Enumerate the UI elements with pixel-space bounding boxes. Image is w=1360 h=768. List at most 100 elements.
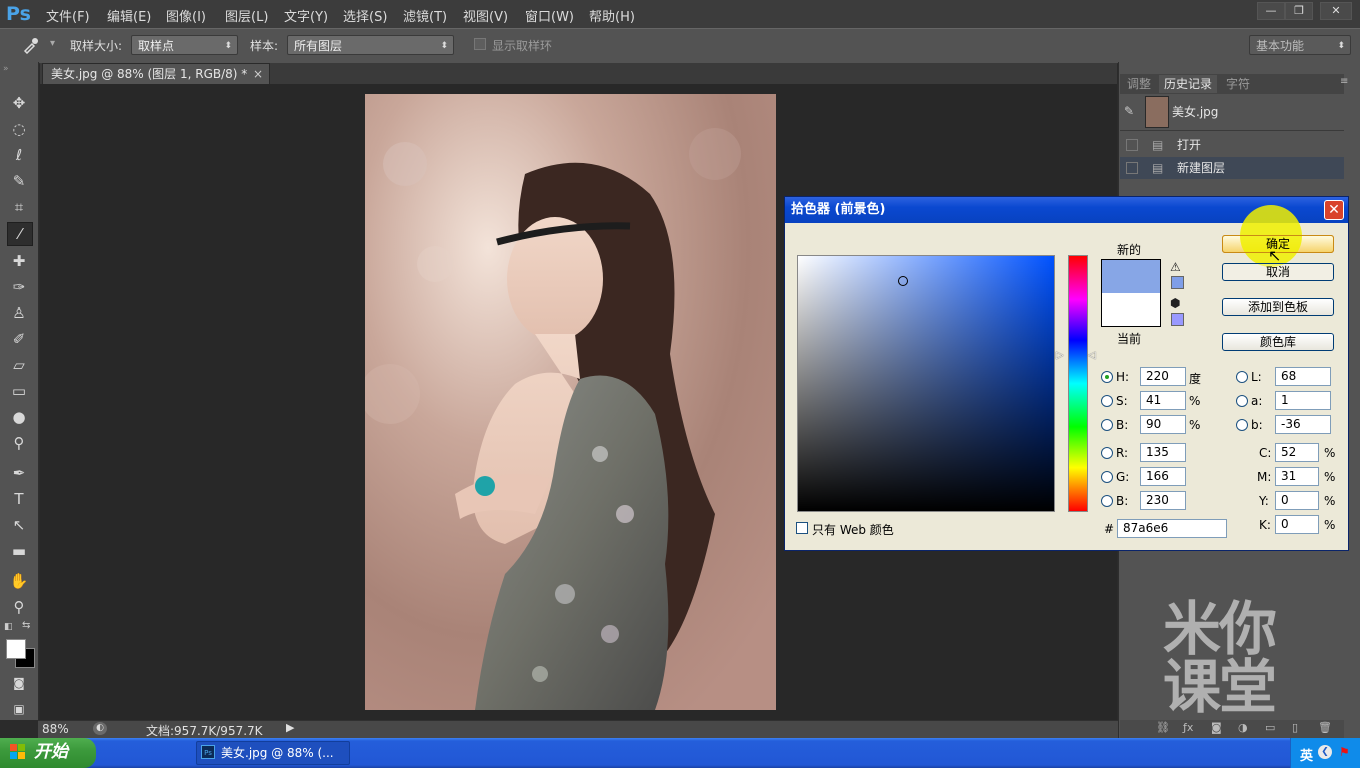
out-of-gamut-warning-icon[interactable]: ⚠	[1170, 260, 1181, 274]
crop-tool-icon[interactable]: ⌗	[7, 196, 31, 218]
path-selection-tool-icon[interactable]: ↖	[7, 514, 31, 536]
r-input[interactable]: 135	[1140, 443, 1186, 462]
collapse-toolbox-icon[interactable]: »	[3, 64, 9, 74]
web-safe-cube-icon[interactable]: ⬢	[1170, 296, 1180, 310]
zoom-tool-icon[interactable]: ⚲	[7, 596, 31, 618]
menu-image[interactable]: 图像(I)	[166, 6, 206, 25]
healing-brush-tool-icon[interactable]: ✚	[7, 250, 31, 272]
h-radio[interactable]	[1101, 371, 1113, 383]
rectangle-tool-icon[interactable]: ▬	[7, 540, 31, 562]
foreground-color-swatch[interactable]	[6, 639, 26, 659]
menu-type[interactable]: 文字(Y)	[284, 6, 328, 25]
folder-icon[interactable]: ▭	[1265, 721, 1275, 734]
color-field[interactable]	[797, 255, 1055, 512]
history-item[interactable]: ▤ 打开	[1120, 134, 1344, 156]
menu-edit[interactable]: 编辑(E)	[107, 6, 151, 25]
swap-colors-icon[interactable]: ⇆	[22, 620, 30, 631]
mask-icon[interactable]: ◙	[1211, 721, 1222, 734]
restore-button[interactable]: ❐	[1285, 2, 1313, 20]
menu-file[interactable]: 文件(F)	[46, 6, 90, 25]
trash-icon[interactable]: 🗑	[1318, 721, 1332, 734]
gamut-color-swatch[interactable]	[1171, 276, 1184, 289]
document-tab[interactable]: 美女.jpg @ 88% (图层 1, RGB/8) * ×	[42, 63, 270, 84]
eyedropper-tool-icon[interactable]: ⁄	[7, 222, 33, 246]
m-input[interactable]: 31	[1275, 467, 1319, 486]
color-libraries-button[interactable]: 颜色库	[1222, 333, 1334, 351]
r-radio[interactable]	[1101, 447, 1113, 459]
fx-icon[interactable]: ƒx	[1183, 721, 1193, 734]
blue-input[interactable]: 230	[1140, 491, 1186, 510]
quick-selection-tool-icon[interactable]: ✎	[7, 170, 31, 192]
history-brush-source-icon[interactable]: ✎	[1124, 104, 1134, 118]
l-input[interactable]: 68	[1275, 367, 1331, 386]
eyedropper-tool-icon[interactable]	[22, 36, 42, 55]
adjustment-icon[interactable]: ◑	[1238, 721, 1248, 734]
lab-b-radio[interactable]	[1236, 419, 1248, 431]
lasso-tool-icon[interactable]: ℓ	[7, 144, 31, 166]
hue-slider[interactable]	[1068, 255, 1088, 512]
tab-character[interactable]: 字符	[1226, 75, 1250, 93]
gradient-tool-icon[interactable]: ▭	[7, 380, 31, 402]
tray-flag-icon[interactable]: ⚑	[1339, 745, 1350, 759]
c-input[interactable]: 52	[1275, 443, 1319, 462]
history-brush-tool-icon[interactable]: ✐	[7, 328, 31, 350]
pen-tool-icon[interactable]: ✒	[7, 462, 31, 484]
menu-select[interactable]: 选择(S)	[343, 6, 387, 25]
a-radio[interactable]	[1236, 395, 1248, 407]
status-menu-arrow-icon[interactable]: ▶	[286, 721, 294, 734]
type-tool-icon[interactable]: T	[7, 488, 31, 510]
hand-tool-icon[interactable]: ✋	[7, 570, 31, 592]
l-radio[interactable]	[1236, 371, 1248, 383]
history-checkbox[interactable]	[1126, 139, 1138, 151]
default-colors-icon[interactable]: ◧	[4, 622, 13, 632]
tab-history[interactable]: 历史记录	[1159, 75, 1218, 93]
h-input[interactable]: 220	[1140, 367, 1186, 386]
taskbar-photoshop-item[interactable]: 美女.jpg @ 88% (...	[196, 741, 350, 765]
a-input[interactable]: 1	[1275, 391, 1331, 410]
s-input[interactable]: 41	[1140, 391, 1186, 410]
color-field-marker[interactable]	[898, 276, 908, 286]
blue-radio[interactable]	[1101, 495, 1113, 507]
add-to-swatches-button[interactable]: 添加到色板	[1222, 298, 1334, 316]
menu-window[interactable]: 窗口(W)	[525, 6, 574, 25]
web-safe-color-swatch[interactable]	[1171, 313, 1184, 326]
zoom-level[interactable]: 88%	[42, 722, 69, 736]
dialog-close-button[interactable]: ✕	[1324, 200, 1344, 220]
link-icon[interactable]: ⛓	[1156, 721, 1170, 734]
hex-input[interactable]: 87a6e6	[1117, 519, 1227, 538]
dodge-tool-icon[interactable]: ⚲	[7, 432, 31, 454]
menu-filter[interactable]: 滤镜(T)	[403, 6, 447, 25]
language-bar-icon[interactable]: ❮	[1318, 745, 1332, 759]
menu-view[interactable]: 视图(V)	[463, 6, 508, 25]
history-item[interactable]: ▤ 新建图层	[1120, 157, 1344, 179]
current-color-swatch[interactable]	[1101, 293, 1161, 327]
s-radio[interactable]	[1101, 395, 1113, 407]
quick-mask-icon[interactable]: ◙	[7, 672, 31, 694]
blur-tool-icon[interactable]: ●	[7, 406, 31, 428]
brightness-radio[interactable]	[1101, 419, 1113, 431]
screen-mode-icon[interactable]: ▣	[7, 698, 31, 720]
hue-slider-right-arrow-icon[interactable]: ◁	[1088, 350, 1096, 361]
k-input[interactable]: 0	[1275, 515, 1319, 534]
tab-adjustments[interactable]: 调整	[1127, 75, 1151, 93]
brush-tool-icon[interactable]: ✑	[7, 276, 31, 298]
sample-select[interactable]: 所有图层 ⬍	[287, 35, 454, 55]
g-input[interactable]: 166	[1140, 467, 1186, 486]
panel-menu-icon[interactable]: ≡	[1340, 76, 1348, 87]
cancel-button[interactable]: 取消	[1222, 263, 1334, 281]
history-checkbox[interactable]	[1126, 162, 1138, 174]
new-layer-icon[interactable]: ▯	[1292, 721, 1298, 734]
clone-stamp-tool-icon[interactable]: ♙	[7, 302, 31, 324]
ime-indicator[interactable]: 英	[1300, 745, 1313, 764]
web-only-checkbox[interactable]	[796, 522, 808, 534]
tool-preset-chevron-icon[interactable]: ▾	[50, 38, 55, 49]
workspace-select[interactable]: 基本功能 ⬍	[1249, 35, 1351, 55]
show-ring-checkbox[interactable]	[474, 38, 486, 50]
marquee-tool-icon[interactable]: ◌	[7, 118, 31, 140]
menu-help[interactable]: 帮助(H)	[589, 6, 635, 25]
g-radio[interactable]	[1101, 471, 1113, 483]
menu-layer[interactable]: 图层(L)	[225, 6, 268, 25]
status-info-icon[interactable]: ◐	[93, 722, 107, 735]
move-tool-icon[interactable]: ✥	[7, 92, 31, 114]
sample-size-select[interactable]: 取样点 ⬍	[131, 35, 238, 55]
